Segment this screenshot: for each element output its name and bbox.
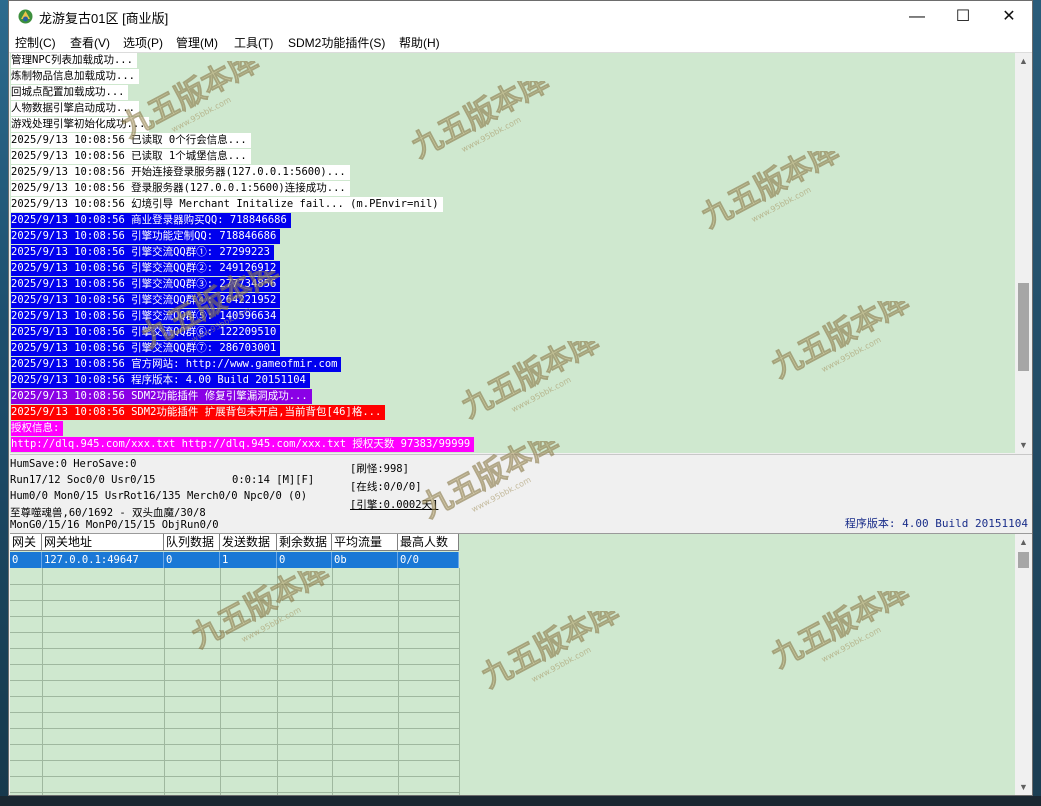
refresh-counter: [刷怪:998] — [350, 463, 409, 475]
engine-uptime: [引擎:0.0002天] — [350, 499, 439, 511]
log-line: 2025/9/13 10:08:56 引擎功能定制QQ: 718846686 — [11, 229, 281, 244]
grid-line — [10, 680, 459, 681]
log-line: 人物数据引擎启动成功... — [11, 101, 139, 116]
table-cell[interactable]: 0/0 — [398, 552, 459, 568]
column-header-remaining[interactable]: 剩余数据 — [277, 534, 332, 551]
scroll-down-arrow-icon[interactable]: ▼ — [1015, 437, 1032, 453]
log-line: 2025/9/13 10:08:56 引擎交流QQ群⑥: 122209510 — [11, 325, 281, 340]
log-line: 授权信息: — [11, 421, 64, 436]
app-icon — [18, 9, 33, 24]
desktop-background-right — [1033, 0, 1041, 806]
maximize-button[interactable]: ☐ — [940, 1, 986, 32]
grid-line — [10, 600, 459, 601]
menu-options[interactable]: 选项(P) — [123, 34, 163, 51]
menu-control[interactable]: 控制(C) — [15, 34, 56, 51]
log-line: 2025/9/13 10:08:56 引擎交流QQ群⑤: 140596634 — [11, 309, 281, 324]
menu-sdm2-plugin[interactable]: SDM2功能插件(S) — [288, 34, 385, 51]
menu-view[interactable]: 查看(V) — [70, 34, 110, 51]
grid-line — [10, 616, 459, 617]
online-counter: [在线:0/0/0] — [350, 481, 422, 493]
menu-help[interactable]: 帮助(H) — [399, 34, 440, 51]
status-pane: HumSave:0 HeroSave:0 Run17/12 Soc0/0 Usr… — [10, 454, 1032, 534]
log-pane[interactable]: 管理NPC列表加载成功... 炼制物品信息加载成功... 回城点配置加载成功..… — [10, 53, 1016, 453]
status-run-counts: Run17/12 Soc0/0 Usr0/15 — [10, 474, 156, 486]
log-line: 2025/9/13 10:08:56 引擎交流QQ群④: 264221952 — [11, 293, 281, 308]
log-scrollbar[interactable]: ▲ ▼ — [1015, 53, 1032, 453]
menu-tools[interactable]: 工具(T) — [234, 34, 273, 51]
close-button[interactable]: ✕ — [986, 1, 1032, 32]
log-line: 2025/9/13 10:08:56 已读取 1个城堡信息... — [11, 149, 251, 164]
table-cell[interactable]: 0 — [10, 552, 42, 568]
table-scrollbar[interactable]: ▲ ▼ — [1015, 534, 1032, 795]
grid-line — [10, 776, 459, 777]
gate-table[interactable]: 网关 网关地址 队列数据 发送数据 剩余数据 平均流量 最高人数 0 127.0… — [10, 534, 1016, 795]
log-line: 2025/9/13 10:08:56 引擎交流QQ群②: 249126912 — [11, 261, 281, 276]
log-line: 2025/9/13 10:08:56 已读取 0个行会信息... — [11, 133, 251, 148]
taskbar — [0, 796, 1041, 806]
log-line: 2025/9/13 10:08:56 幻境引导 Merchant Initali… — [11, 197, 443, 212]
column-header-max-users[interactable]: 最高人数 — [398, 534, 459, 551]
grid-line — [10, 744, 459, 745]
scroll-down-arrow-icon[interactable]: ▼ — [1015, 779, 1032, 795]
column-header-sent[interactable]: 发送数据 — [220, 534, 277, 551]
scroll-up-arrow-icon[interactable]: ▲ — [1015, 534, 1032, 550]
status-object-counts: Hum0/0 Mon0/15 UsrRot16/135 Merch0/0 Npc… — [10, 490, 308, 502]
menu-manage[interactable]: 管理(M) — [176, 34, 218, 51]
status-monster-gen: MonG0/15/16 MonP0/15/15 ObjRun0/0 — [10, 519, 219, 531]
log-line: 2025/9/13 10:08:56 开始连接登录服务器(127.0.0.1:5… — [11, 165, 350, 180]
log-line: 2025/9/13 10:08:56 程序版本: 4.00 Build 2015… — [11, 373, 310, 388]
log-line: 回城点配置加载成功... — [11, 85, 129, 100]
log-line: 2025/9/13 10:08:56 商业登录器购买QQ: 718846686 — [11, 213, 291, 228]
grid-line — [220, 568, 221, 795]
window-title: 龙游复古01区 [商业版] — [39, 11, 169, 26]
column-header-address[interactable]: 网关地址 — [42, 534, 164, 551]
status-save-counts: HumSave:0 HeroSave:0 — [10, 458, 137, 470]
grid-line — [10, 648, 459, 649]
log-line: 2025/9/13 10:08:56 登录服务器(127.0.0.1:5600)… — [11, 181, 350, 196]
log-line: 2025/9/13 10:08:56 SDM2功能插件 扩展背包未开启,当前背包… — [11, 405, 386, 420]
grid-line — [10, 632, 459, 633]
grid-line — [10, 696, 459, 697]
title-bar: 龙游复古01区 [商业版] — ☐ ✕ — [9, 1, 1032, 32]
grid-line — [277, 568, 278, 795]
grid-line — [10, 584, 459, 585]
log-line: 2025/9/13 10:08:56 引擎交流QQ群③: 277734856 — [11, 277, 281, 292]
grid-line — [164, 568, 165, 795]
program-version: 程序版本: 4.00 Build 20151104 — [844, 517, 1028, 530]
log-line: 2025/9/13 10:08:56 引擎交流QQ群①: 27299223 — [11, 245, 274, 260]
column-header-avg-traffic[interactable]: 平均流量 — [332, 534, 398, 551]
grid-line — [398, 568, 399, 795]
server-window: 龙游复古01区 [商业版] — ☐ ✕ 控制(C) 查看(V) 选项(P) 管理… — [8, 0, 1033, 796]
grid-line — [459, 568, 460, 795]
grid-line — [10, 728, 459, 729]
table-cell[interactable]: 0b — [332, 552, 398, 568]
table-cell[interactable]: 0 — [277, 552, 332, 568]
table-cell[interactable]: 127.0.0.1:49647 — [42, 552, 164, 568]
table-cell[interactable]: 0 — [164, 552, 220, 568]
log-line: 炼制物品信息加载成功... — [11, 69, 139, 84]
grid-line — [42, 568, 43, 795]
minimize-button[interactable]: — — [894, 1, 940, 32]
log-line: 2025/9/13 10:08:56 官方网站: http://www.game… — [11, 357, 342, 372]
log-line: 2025/9/13 10:08:56 SDM2功能插件 修复引擎漏洞成功... — [11, 389, 312, 404]
scroll-thumb[interactable] — [1018, 283, 1029, 371]
scroll-up-arrow-icon[interactable]: ▲ — [1015, 53, 1032, 69]
table-cell[interactable]: 1 — [220, 552, 277, 568]
column-header-gate[interactable]: 网关 — [10, 534, 42, 551]
log-line: 游戏处理引擎初始化成功... — [11, 117, 150, 132]
grid-line — [10, 712, 459, 713]
grid-line — [10, 664, 459, 665]
log-line: http://dlq.945.com/xxx.txt http://dlq.94… — [11, 437, 475, 452]
grid-line — [10, 792, 459, 793]
scroll-thumb[interactable] — [1018, 552, 1029, 568]
menu-bar: 控制(C) 查看(V) 选项(P) 管理(M) 工具(T) SDM2功能插件(S… — [9, 32, 1032, 53]
desktop-background-left — [0, 0, 8, 806]
log-line: 2025/9/13 10:08:56 引擎交流QQ群⑦: 286703001 — [11, 341, 281, 356]
status-timer: 0:0:14 [M][F] — [232, 474, 315, 486]
log-line: 管理NPC列表加载成功... — [11, 53, 137, 68]
grid-line — [10, 760, 459, 761]
status-monster-info: 至尊噬魂兽,60/1692 - 双头血魔/30/8 — [10, 507, 206, 519]
column-header-queue[interactable]: 队列数据 — [164, 534, 220, 551]
grid-line — [332, 568, 333, 795]
